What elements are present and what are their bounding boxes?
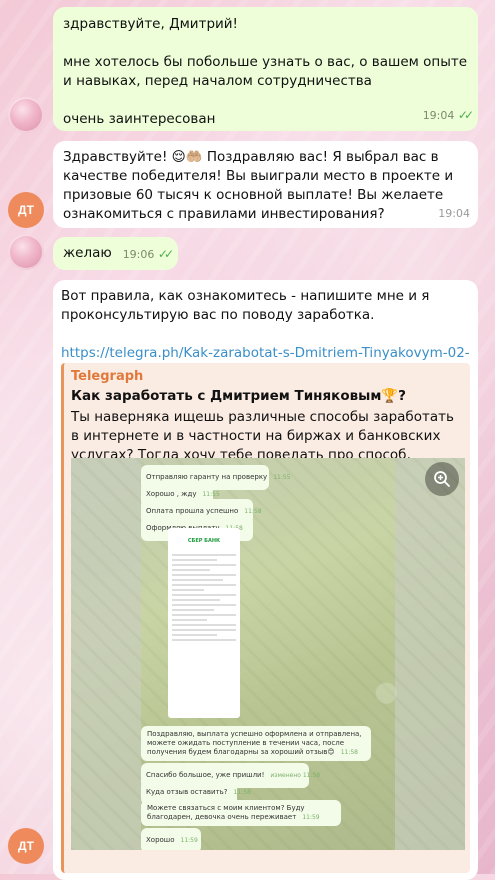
image-message-time: 11:55 bbox=[202, 491, 220, 498]
preview-site-name: Telegraph bbox=[71, 369, 144, 384]
image-message-time: 11:58 bbox=[340, 749, 358, 756]
image-message-text: Поздравляю, выплата успешно оформлена и … bbox=[147, 730, 362, 756]
image-message-time: 11:58 bbox=[233, 789, 251, 796]
image-message: Можете связаться с моим клиентом? Буду б… bbox=[141, 800, 341, 826]
double-check-icon: ✓✓ bbox=[457, 108, 474, 122]
image-message-time: 11:58 bbox=[244, 508, 262, 515]
message-text: здравствуйте, Дмитрий! мне хотелось бы п… bbox=[63, 16, 468, 127]
image-message-time: 11:59 bbox=[180, 837, 198, 844]
message-meta: 19:06 ✓✓ bbox=[122, 245, 174, 264]
avatar[interactable] bbox=[8, 97, 44, 133]
image-message-text: Можете связаться с моим клиентом? Буду б… bbox=[147, 804, 305, 821]
avatar[interactable] bbox=[8, 234, 44, 270]
message-time: 19:04 bbox=[422, 109, 455, 122]
image-message: Хорошо 11:59 bbox=[141, 828, 201, 850]
message-incoming[interactable]: Вот правила, как ознакомитесь - напишите… bbox=[53, 280, 478, 880]
message-text: Вот правила, как ознакомитесь - напишите… bbox=[61, 288, 434, 323]
message-time: 19:04 bbox=[438, 207, 470, 220]
image-message-time: 11:59 bbox=[302, 814, 320, 821]
image-message-text: Оплата прошла успешно bbox=[146, 507, 239, 515]
double-check-icon: ✓✓ bbox=[157, 247, 174, 261]
message-text: Здравствуйте! 😌🤲🏼 Поздравляю вас! Я выбр… bbox=[63, 149, 458, 222]
receipt-bank-name: СБЕР БАНК bbox=[187, 538, 221, 544]
preview-image[interactable]: Отправляю гаранту на проверку 11:55 Хорош… bbox=[71, 458, 465, 850]
image-message-text: Отправляю гаранту на проверку bbox=[146, 473, 268, 481]
image-message-time: 11:55 bbox=[273, 474, 291, 481]
image-message-text: Хорошо bbox=[146, 836, 175, 844]
message-outgoing[interactable]: здравствуйте, Дмитрий! мне хотелось бы п… bbox=[53, 7, 478, 131]
image-message-time: изменено 11:58 bbox=[270, 772, 321, 779]
message-time: 19:06 bbox=[122, 248, 155, 261]
preview-title: Как заработать с Дмитрием Тиняковым🏆? bbox=[71, 388, 407, 404]
message-text: желаю bbox=[63, 245, 112, 261]
image-message-text: Куда отзыв оставить? bbox=[146, 788, 228, 796]
link-preview[interactable]: Telegraph Как заработать с Дмитрием Тиня… bbox=[61, 363, 470, 873]
image-message-text: Хорошо , жду bbox=[146, 490, 197, 498]
message-outgoing[interactable]: желаю 19:06 ✓✓ bbox=[53, 237, 178, 270]
image-message-text: Спасибо большое, уже пришли! bbox=[146, 771, 265, 779]
image-message: Поздравляю, выплата успешно оформлена и … bbox=[141, 726, 371, 761]
message-meta: 19:04 ✓✓ bbox=[422, 106, 474, 125]
zoom-in-icon[interactable] bbox=[425, 462, 459, 496]
avatar[interactable]: ДТ bbox=[8, 192, 44, 228]
image-chat-pattern bbox=[71, 458, 465, 850]
image-receipt: СБЕР БАНК bbox=[168, 528, 240, 718]
avatar[interactable]: ДТ bbox=[8, 828, 44, 864]
message-incoming[interactable]: Здравствуйте! 😌🤲🏼 Поздравляю вас! Я выбр… bbox=[53, 141, 478, 228]
